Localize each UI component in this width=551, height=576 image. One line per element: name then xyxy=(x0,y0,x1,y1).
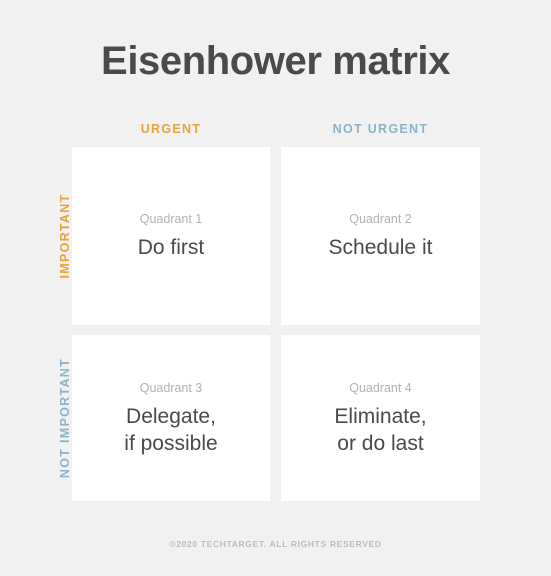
quadrant-3-action: Delegate, if possible xyxy=(124,404,218,455)
quadrant-2-action: Schedule it xyxy=(328,236,433,259)
quadrant-3-card: Quadrant 3 Delegate, if possible xyxy=(72,335,270,501)
row-label-important: IMPORTANT xyxy=(58,193,72,279)
quadrant-2-label: Quadrant 2 xyxy=(349,212,412,226)
column-header-not-urgent: NOT URGENT xyxy=(332,122,429,136)
column-header-urgent: URGENT xyxy=(140,122,202,136)
quadrant-1-action: Do first xyxy=(137,236,205,259)
footer-copyright: ©2020 TECHTARGET. ALL RIGHTS RESERVED xyxy=(169,539,382,549)
quadrant-1-card: Quadrant 1 Do first xyxy=(72,147,270,325)
row-label-not-important: NOT IMPORTANT xyxy=(58,357,72,479)
quadrant-3-label: Quadrant 3 xyxy=(139,380,203,395)
page-title: Eisenhower matrix xyxy=(101,39,450,83)
quadrant-4-label: Quadrant 4 xyxy=(349,380,412,395)
quadrant-1-label: Quadrant 1 xyxy=(139,212,203,226)
quadrant-2-card: Quadrant 2 Schedule it xyxy=(281,147,480,325)
quadrant-4-action: Eliminate, or do last xyxy=(334,404,427,455)
quadrant-4-card: Quadrant 4 Eliminate, or do last xyxy=(281,335,480,501)
